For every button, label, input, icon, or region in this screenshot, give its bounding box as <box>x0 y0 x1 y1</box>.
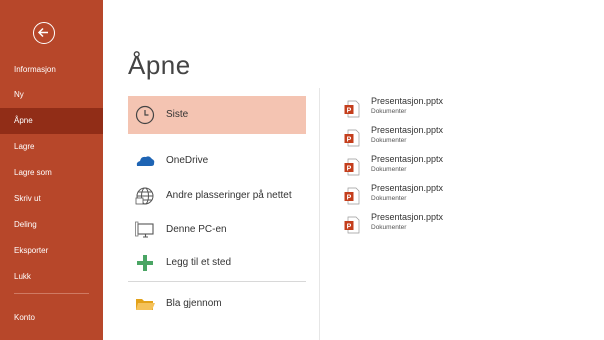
recent-file-name: Presentasjon.pptx <box>371 183 444 193</box>
location-onedrive[interactable]: OneDrive <box>128 142 306 180</box>
recent-file-name: Presentasjon.pptx <box>371 212 444 222</box>
backstage-sidebar: Informasjon Ny Åpne Lagre Lagre som Skri… <box>0 0 103 340</box>
computer-icon <box>134 219 156 241</box>
sidebar-item-ny[interactable]: Ny <box>0 82 103 108</box>
sidebar-item-informasjon[interactable]: Informasjon <box>0 57 103 83</box>
cloud-icon <box>134 150 156 172</box>
sidebar-item-lagre-som[interactable]: Lagre som <box>0 160 103 186</box>
folder-icon <box>134 293 156 315</box>
recent-file-path: Dokumenter <box>371 166 407 173</box>
location-andre-plasseringer[interactable]: Andre plasseringer på nettet <box>128 177 306 215</box>
recent-file-path: Dokumenter <box>371 137 407 144</box>
recent-file-item[interactable]: P Presentasjon.pptx Dokumenter <box>344 125 524 151</box>
sidebar-item-deling[interactable]: Deling <box>0 212 103 238</box>
svg-text:P: P <box>347 223 352 230</box>
recent-file-path: Dokumenter <box>371 195 407 202</box>
recent-file-name: Presentasjon.pptx <box>371 96 444 106</box>
sidebar-item-eksporter[interactable]: Eksporter <box>0 238 103 264</box>
svg-text:P: P <box>347 136 352 143</box>
location-label: OneDrive <box>166 155 209 166</box>
recent-file-name: Presentasjon.pptx <box>371 154 444 164</box>
powerpoint-file-icon: P <box>344 187 360 205</box>
sidebar-item-konto[interactable]: Konto <box>0 305 103 331</box>
location-label: Bla gjennom <box>166 298 222 309</box>
recent-file-path: Dokumenter <box>371 224 407 231</box>
location-label: Legg til et sted <box>166 257 232 268</box>
sidebar-divider <box>14 293 89 294</box>
location-legg-til-sted[interactable]: Legg til et sted <box>128 244 306 282</box>
recent-file-name: Presentasjon.pptx <box>371 125 444 135</box>
back-arrow-icon[interactable] <box>33 22 55 44</box>
globe-icon <box>134 185 156 207</box>
recent-file-path: Dokumenter <box>371 108 407 115</box>
svg-text:P: P <box>347 165 352 172</box>
powerpoint-file-icon: P <box>344 129 360 147</box>
powerpoint-file-icon: P <box>344 100 360 118</box>
powerpoint-file-icon: P <box>344 158 360 176</box>
recent-file-item[interactable]: P Presentasjon.pptx Dokumenter <box>344 154 524 180</box>
location-divider <box>128 281 306 282</box>
svg-text:P: P <box>347 194 352 201</box>
svg-text:P: P <box>347 107 352 114</box>
clock-icon <box>134 104 156 126</box>
sidebar-item-lukk[interactable]: Lukk <box>0 264 103 290</box>
recent-file-item[interactable]: P Presentasjon.pptx Dokumenter <box>344 96 524 122</box>
recent-file-item[interactable]: P Presentasjon.pptx Dokumenter <box>344 183 524 209</box>
location-bla-gjennom[interactable]: Bla gjennom <box>128 285 306 323</box>
recent-file-item[interactable]: P Presentasjon.pptx Dokumenter <box>344 212 524 238</box>
sidebar-item-lagre[interactable]: Lagre <box>0 134 103 160</box>
location-label: Siste <box>166 109 189 120</box>
column-divider <box>319 88 320 340</box>
sidebar-item-apne[interactable]: Åpne <box>0 108 103 134</box>
location-siste[interactable]: Siste <box>128 96 306 134</box>
plus-icon <box>134 252 156 274</box>
powerpoint-file-icon: P <box>344 216 360 234</box>
location-label: Andre plasseringer på nettet <box>166 190 292 201</box>
sidebar-item-skriv-ut[interactable]: Skriv ut <box>0 186 103 212</box>
page-title: Åpne <box>128 50 191 80</box>
